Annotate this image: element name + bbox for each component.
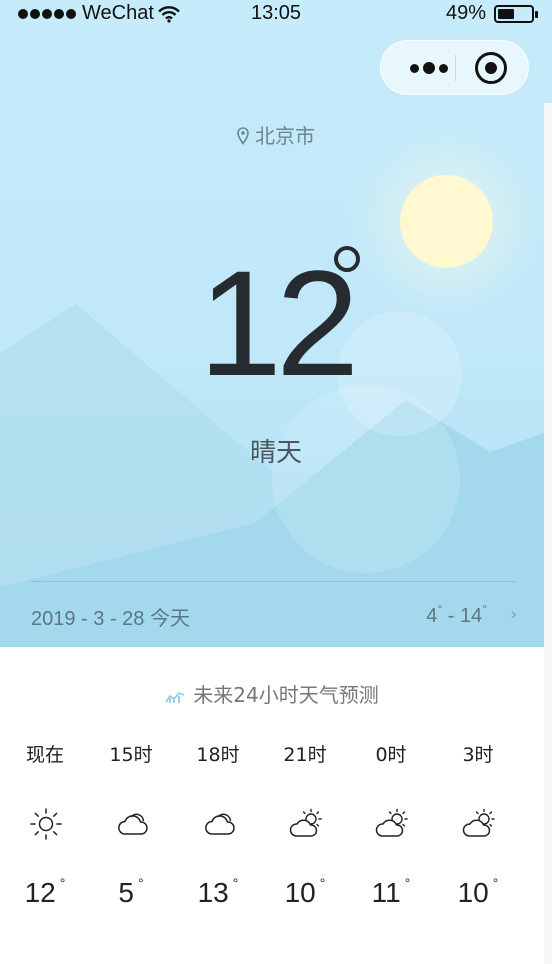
forecast-item: 21时 10 ° xyxy=(262,647,348,964)
partly-cloudy-icon xyxy=(375,807,409,841)
battery-percentage: 49% xyxy=(445,2,486,24)
forecast-temp: 10 ° xyxy=(284,875,326,908)
location-label[interactable]: 北京市 xyxy=(0,120,552,149)
degree-symbol xyxy=(334,246,360,272)
current-date: 2019 - 3 - 28 今天 xyxy=(31,608,190,630)
more-dots-icon[interactable] xyxy=(401,55,457,81)
forecast-temp: 5 ° xyxy=(118,875,144,908)
forecast-time: 现在 xyxy=(25,744,64,766)
temperature-range[interactable]: 4° - 14° xyxy=(426,602,487,628)
divider xyxy=(31,581,517,582)
chevron-right-icon[interactable]: › xyxy=(510,604,517,625)
forecast-columns: 现在 12 ° 15时 5 ° 18时 13 ° 21时 10 ° 0时 11 ° 3时 10 ° xyxy=(0,647,544,964)
status-bar: WeChat 13:05 49% xyxy=(0,0,552,28)
forecast-item: 0时 11 ° xyxy=(348,647,434,964)
forecast-item: 18时 13 ° xyxy=(175,647,261,964)
forecast-time: 18时 xyxy=(196,744,240,766)
target-close-icon[interactable] xyxy=(475,52,507,84)
cloudy-icon xyxy=(115,807,149,841)
weather-screen: 北京市 12 晴天 2019 - 3 - 28 今天 4° - 14° › We… xyxy=(0,0,552,964)
low-temp: 4 xyxy=(426,605,438,627)
forecast-temp: 10 ° xyxy=(457,875,499,908)
forecast-time: 0时 xyxy=(375,744,407,766)
forecast-item: 15时 5 ° xyxy=(88,647,174,964)
forecast-item: 3时 10 ° xyxy=(435,647,521,964)
partly-cloudy-icon xyxy=(289,807,323,841)
hourly-forecast-panel: 未来24小时天气预测 现在 12 ° 15时 5 ° 18时 13 ° 21时 10 ° 0时 11 ° 3时… xyxy=(0,647,544,964)
miniprogram-capsule xyxy=(380,40,529,95)
high-temp: 14 xyxy=(459,605,483,627)
forecast-time: 3时 xyxy=(462,744,494,766)
forecast-temp: 11 ° xyxy=(371,875,411,908)
cloudy-icon xyxy=(202,807,236,841)
range-separator: - xyxy=(442,605,460,627)
location-pin-icon xyxy=(237,127,249,145)
forecast-time: 21时 xyxy=(283,744,327,766)
weather-condition: 晴天 xyxy=(249,438,302,468)
location-name: 北京市 xyxy=(255,124,315,148)
scroll-edge xyxy=(544,103,552,964)
sunny-icon xyxy=(29,807,63,841)
light-glow xyxy=(272,385,460,573)
battery-icon xyxy=(494,4,538,23)
battery-status: 49% xyxy=(445,2,538,25)
forecast-item: 现在 12 ° xyxy=(2,647,88,964)
forecast-temp: 12 ° xyxy=(24,875,66,908)
forecast-time: 15时 xyxy=(109,744,153,766)
forecast-temp: 13 ° xyxy=(197,875,239,908)
current-temperature: 12 xyxy=(198,239,360,407)
weather-hero: 北京市 12 晴天 2019 - 3 - 28 今天 4° - 14° › xyxy=(0,0,552,647)
partly-cloudy-icon xyxy=(462,807,496,841)
